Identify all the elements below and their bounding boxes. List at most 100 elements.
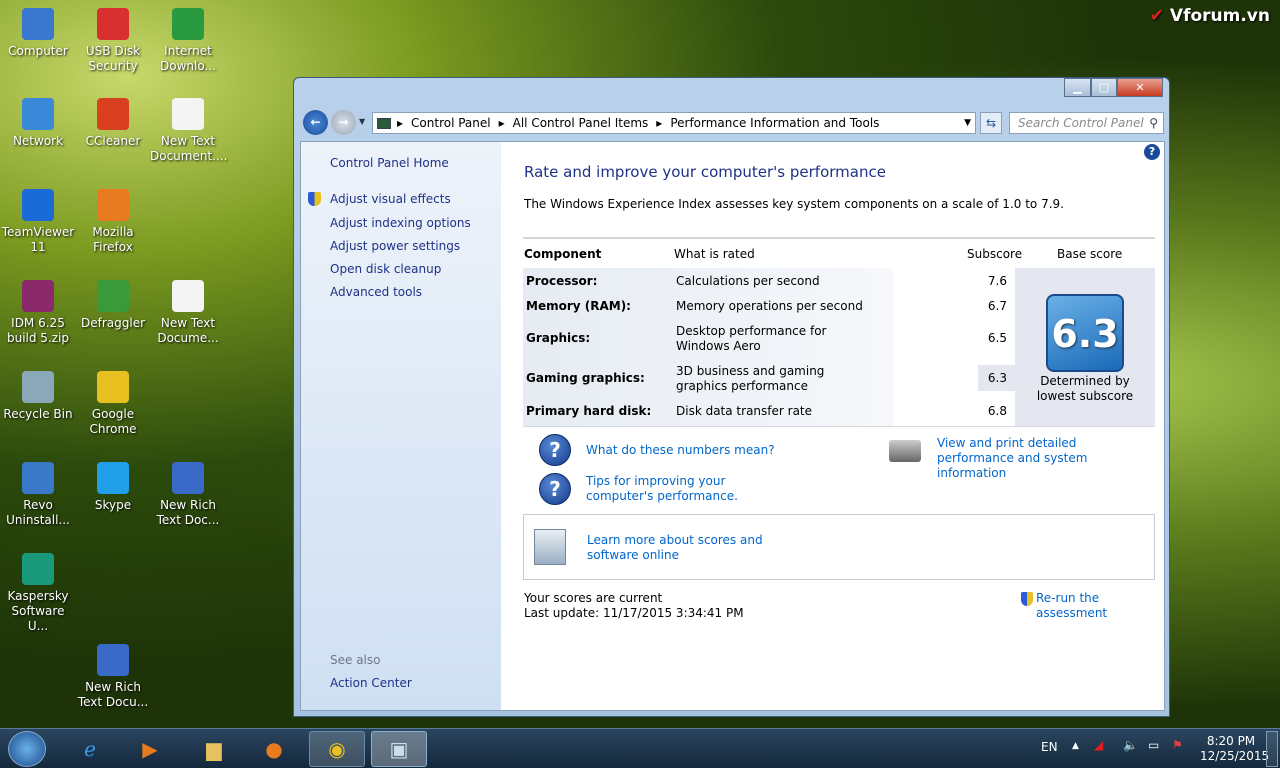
desktop-icon[interactable]: Mozilla Firefox <box>75 189 151 255</box>
desktop-icon[interactable]: Defraggler <box>75 280 151 331</box>
desktop-icon-label: CCleaner <box>85 134 141 148</box>
language-indicator[interactable]: EN <box>1041 740 1058 754</box>
address-dropdown-icon[interactable]: ▼ <box>964 118 971 128</box>
sidebar-item-power[interactable]: Adjust power settings <box>330 239 460 253</box>
subscore: 6.5 <box>987 331 1007 345</box>
desktop-icon-label: Internet Downlo... <box>160 44 216 73</box>
sidebar-item-indexing[interactable]: Adjust indexing options <box>330 216 471 230</box>
desktop-icon[interactable]: Revo Uninstall... <box>0 462 76 528</box>
sidebar-item-advanced-tools[interactable]: Advanced tools <box>330 285 422 299</box>
app-icon <box>172 98 204 130</box>
search-icon: ⚲ <box>1149 116 1158 130</box>
status-text: Your scores are current <box>524 591 663 605</box>
intro-text: The Windows Experience Index assesses ke… <box>524 197 1064 211</box>
desktop-icon[interactable]: IDM 6.25 build 5.zip <box>0 280 76 346</box>
learn-more-link[interactable]: Learn more about scores and software onl… <box>587 533 807 563</box>
breadcrumb-all-items[interactable]: All Control Panel Items <box>513 116 649 130</box>
taskbar-explorer[interactable]: ▆ <box>186 731 242 767</box>
address-bar[interactable]: ▸ Control Panel ▸ All Control Panel Items… <box>372 112 976 134</box>
search-input[interactable]: Search Control Panel ⚲ <box>1009 112 1164 134</box>
desktop-icon-label: IDM 6.25 build 5.zip <box>6 316 70 345</box>
component-name: Gaming graphics: <box>526 371 645 385</box>
close-button[interactable]: ✕ <box>1117 78 1163 97</box>
component-name: Primary hard disk: <box>526 404 652 418</box>
breadcrumb-control-panel[interactable]: Control Panel <box>411 116 491 130</box>
desktop-icon[interactable]: New Rich Text Doc... <box>150 462 226 528</box>
desktop-icon[interactable]: Network <box>0 98 76 149</box>
learn-more-box: Learn more about scores and software onl… <box>523 514 1155 580</box>
breadcrumb-separator-icon: ▸ <box>397 116 404 130</box>
show-hidden-icons-button[interactable]: ▲ <box>1072 741 1079 751</box>
print-details-link[interactable]: View and print detailed performance and … <box>937 436 1157 481</box>
app-icon <box>97 280 129 312</box>
app-icon <box>97 462 129 494</box>
rerun-assessment-link[interactable]: Re-run the assessment <box>1036 591 1164 621</box>
subscore: 7.6 <box>987 274 1007 288</box>
printer-icon <box>889 440 921 462</box>
help-question-icon: ? <box>539 473 571 505</box>
what-is-rated: Desktop performance for Windows Aero <box>676 324 827 353</box>
app-icon <box>22 98 54 130</box>
clock[interactable]: 8:20 PM 12/25/2015 <box>1200 734 1269 764</box>
desktop-icon[interactable]: Skype <box>75 462 151 513</box>
taskbar-firefox[interactable]: ● <box>246 731 302 767</box>
desktop-icon-label: Computer <box>8 44 68 58</box>
desktop-icon-label: TeamViewer 11 <box>1 225 75 254</box>
last-update-text: Last update: 11/17/2015 3:34:41 PM <box>524 606 744 620</box>
desktop-icon[interactable]: Computer <box>0 8 76 59</box>
desktop-icon[interactable]: Recycle Bin <box>0 371 76 422</box>
breadcrumb-separator-icon: ▸ <box>498 116 505 130</box>
refresh-icon[interactable]: ⇆ <box>980 112 1002 134</box>
forward-button[interactable]: → <box>331 110 356 135</box>
desktop-icon-label: Skype <box>94 498 132 512</box>
what-is-rated: Memory operations per second <box>676 299 863 313</box>
start-button[interactable] <box>8 731 46 767</box>
desktop-icon-label: Defraggler <box>80 316 146 330</box>
app-icon <box>97 371 129 403</box>
sidebar: Control Panel Home Adjust visual effects… <box>301 142 501 710</box>
sidebar-home-link[interactable]: Control Panel Home <box>330 156 449 170</box>
taskbar: ℯ ▶ ▆ ● ◉ ▣ EN ▲ ◢ 🔈 ▭ ⚑ 8:20 PM 12/25/20… <box>0 728 1280 768</box>
taskbar-media-player[interactable]: ▶ <box>122 731 178 767</box>
volume-icon[interactable]: 🔈 <box>1123 738 1138 752</box>
desktop-icon[interactable]: CCleaner <box>75 98 151 149</box>
network-meter-icon[interactable]: ◢ <box>1094 738 1103 752</box>
numbers-meaning-link[interactable]: What do these numbers mean? <box>586 443 775 458</box>
sidebar-item-action-center[interactable]: Action Center <box>330 676 412 690</box>
app-icon <box>97 189 129 221</box>
sidebar-item-visual-effects[interactable]: Adjust visual effects <box>330 192 451 206</box>
action-center-flag-icon[interactable]: ⚑ <box>1172 738 1183 752</box>
header-component: Component <box>524 247 602 261</box>
sidebar-item-disk-cleanup[interactable]: Open disk cleanup <box>330 262 441 276</box>
header-what-is-rated: What is rated <box>674 247 755 261</box>
breadcrumb-performance[interactable]: Performance Information and Tools <box>670 116 879 130</box>
show-desktop-button[interactable] <box>1266 731 1278 767</box>
desktop-icon[interactable]: New Text Docume... <box>150 280 226 346</box>
app-icon <box>172 462 204 494</box>
software-box-icon <box>534 529 566 565</box>
minimize-button[interactable]: ▁ <box>1064 78 1091 97</box>
desktop-icon-label: Google Chrome <box>89 407 137 436</box>
help-icon[interactable]: ? <box>1144 144 1160 160</box>
desktop-icon[interactable]: TeamViewer 11 <box>0 189 76 255</box>
desktop-icon[interactable]: Google Chrome <box>75 371 151 437</box>
desktop-icon[interactable]: Internet Downlo... <box>150 8 226 74</box>
taskbar-internet-explorer[interactable]: ℯ <box>62 731 118 767</box>
desktop-icon[interactable]: USB Disk Security <box>75 8 151 74</box>
network-icon[interactable]: ▭ <box>1148 738 1159 752</box>
app-icon <box>22 280 54 312</box>
tips-link[interactable]: Tips for improving your computer's perfo… <box>586 474 796 504</box>
taskbar-control-panel[interactable]: ▣ <box>371 731 427 767</box>
app-icon <box>22 462 54 494</box>
recent-pages-dropdown[interactable]: ▼ <box>359 117 365 126</box>
taskbar-chrome[interactable]: ◉ <box>309 731 365 767</box>
subscore: 6.3 <box>987 371 1007 385</box>
breadcrumb-separator-icon: ▸ <box>656 116 663 130</box>
desktop-icon[interactable]: New Rich Text Docu... <box>75 644 151 710</box>
see-also-heading: See also <box>330 653 381 667</box>
maximize-button[interactable]: □ <box>1091 78 1117 97</box>
header-subscore: Subscore <box>967 247 1023 261</box>
back-button[interactable]: ← <box>303 110 328 135</box>
desktop-icon[interactable]: Kaspersky Software U... <box>0 553 76 634</box>
desktop-icon[interactable]: New Text Document.... <box>150 98 227 164</box>
